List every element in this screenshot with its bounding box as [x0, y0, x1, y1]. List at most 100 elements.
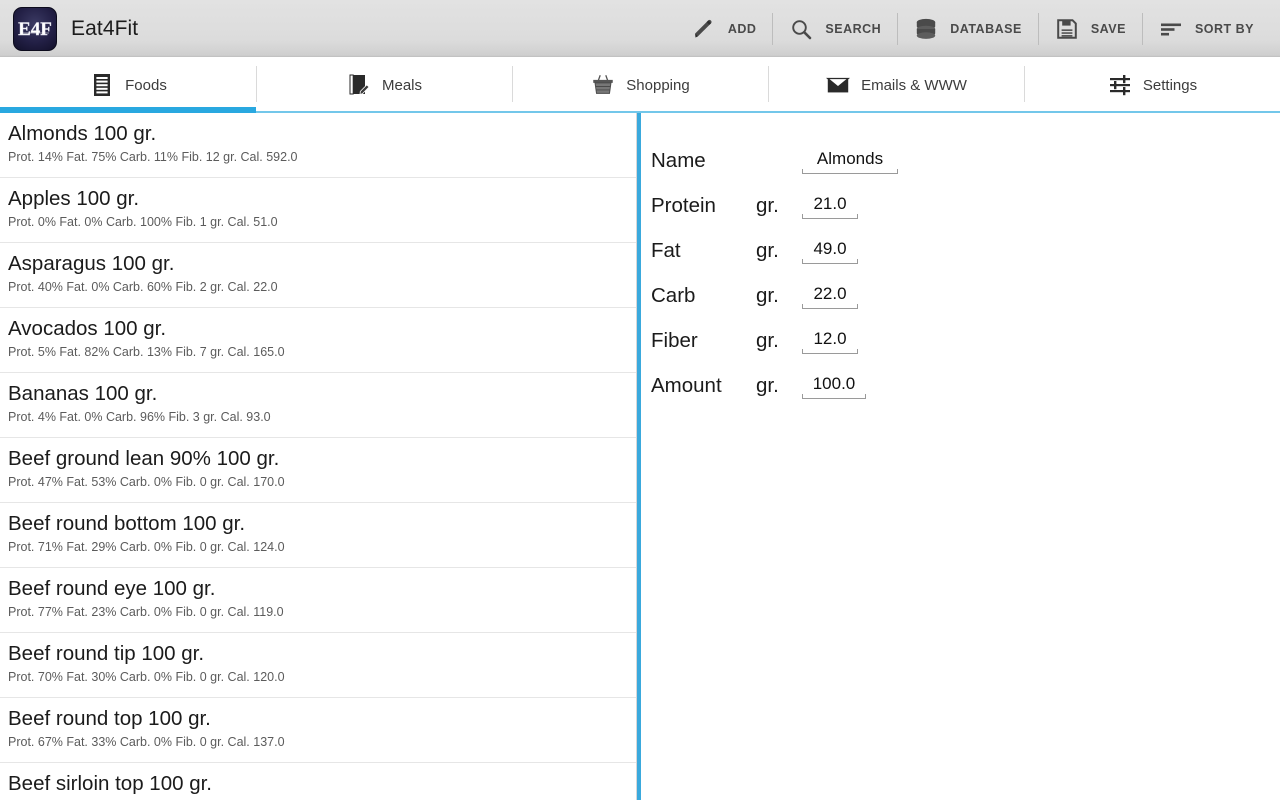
svg-text:E4F: E4F [18, 19, 52, 40]
food-macros: Prot. 70% Fat. 30% Carb. 0% Fib. 0 gr. C… [8, 670, 285, 684]
form-row-name: Name Almonds [651, 129, 1280, 174]
carb-input[interactable]: 22.0 [802, 283, 858, 309]
name-input[interactable]: Almonds [802, 148, 898, 174]
food-list-item[interactable]: Almonds 100 gr. Prot. 14% Fat. 75% Carb. … [0, 113, 636, 178]
app-brand: E4F Eat4Fit [0, 6, 139, 51]
search-label: SEARCH [825, 21, 882, 36]
food-macros: Prot. 71% Fat. 29% Carb. 0% Fib. 0 gr. C… [8, 540, 285, 554]
food-list-item[interactable]: Bananas 100 gr. Prot. 4% Fat. 0% Carb. 96… [0, 373, 636, 438]
tab-settings-label: Settings [1142, 76, 1198, 94]
carb-input-underline [802, 304, 858, 309]
form-row-protein: Protein gr. 21.0 [651, 174, 1280, 219]
tab-bar: Foods Meals Shopping Emails & WWW Settin… [0, 57, 1280, 113]
shopping-basket-icon [590, 72, 616, 98]
food-name: Beef round top 100 gr. [8, 707, 211, 730]
sliders-icon [1107, 72, 1133, 98]
food-list[interactable]: Almonds 100 gr. Prot. 14% Fat. 75% Carb. … [0, 113, 637, 800]
food-name: Beef round bottom 100 gr. [8, 512, 246, 535]
amount-input-underline [802, 394, 866, 399]
tab-emails-www[interactable]: Emails & WWW [768, 57, 1024, 113]
protein-unit: gr. [756, 194, 779, 217]
food-macros: Prot. 67% Fat. 33% Carb. 0% Fib. 0 gr. C… [8, 735, 285, 749]
add-button[interactable]: ADD [675, 6, 773, 52]
floppy-disk-icon [1054, 16, 1080, 42]
save-label: SAVE [1090, 21, 1126, 36]
food-list-item[interactable]: Beef ground lean 90% 100 gr. Prot. 47% Fa… [0, 438, 636, 503]
food-list-item[interactable]: Beef round eye 100 gr. Prot. 77% Fat. 23%… [0, 568, 636, 633]
pencil-icon [691, 16, 717, 42]
sort-by-button[interactable]: SORT BY [1141, 6, 1270, 52]
search-button[interactable]: SEARCH [772, 6, 897, 52]
food-name: Almonds 100 gr. [8, 122, 157, 145]
tab-foods[interactable]: Foods [0, 57, 256, 113]
fiber-input-underline [802, 349, 858, 354]
protein-input[interactable]: 21.0 [802, 193, 858, 219]
amount-input[interactable]: 100.0 [802, 373, 866, 399]
fiber-label: Fiber [651, 329, 698, 352]
food-list-item[interactable]: Beef round bottom 100 gr. Prot. 71% Fat. … [0, 503, 636, 568]
food-name: Beef round tip 100 gr. [8, 642, 205, 665]
fat-label: Fat [651, 239, 681, 262]
carb-unit: gr. [756, 284, 779, 307]
sort-lines-icon [1158, 16, 1184, 42]
tab-shopping[interactable]: Shopping [512, 57, 768, 113]
food-list-item[interactable]: Avocados 100 gr. Prot. 5% Fat. 82% Carb. … [0, 308, 636, 373]
food-list-item[interactable]: Apples 100 gr. Prot. 0% Fat. 0% Carb. 100… [0, 178, 636, 243]
food-macros: Prot. 5% Fat. 82% Carb. 13% Fib. 7 gr. C… [8, 345, 285, 359]
form-row-fat: Fat gr. 49.0 [651, 219, 1280, 264]
food-macros: Prot. 47% Fat. 53% Carb. 0% Fib. 0 gr. C… [8, 475, 285, 489]
tab-meals[interactable]: Meals [256, 57, 512, 113]
food-list-item[interactable]: Beef round tip 100 gr. Prot. 70% Fat. 30%… [0, 633, 636, 698]
fiber-unit: gr. [756, 329, 779, 352]
eat4fit-logo-icon: E4F [13, 6, 57, 51]
fiber-input[interactable]: 12.0 [802, 328, 858, 354]
tab-foods-label: Foods [125, 76, 167, 94]
app-header: E4F Eat4Fit ADD SEARCH DATABASE SAVE SOR… [0, 0, 1280, 57]
fat-input-underline [802, 259, 858, 264]
sort-by-label: SORT BY [1194, 21, 1254, 36]
notebook-pencil-icon [346, 72, 372, 98]
database-label: DATABASE [950, 21, 1022, 36]
fat-input[interactable]: 49.0 [802, 238, 858, 264]
fat-unit: gr. [756, 239, 779, 262]
food-macros: Prot. 77% Fat. 23% Carb. 0% Fib. 0 gr. C… [8, 605, 284, 619]
name-input-underline [802, 169, 898, 174]
food-list-item[interactable]: Beef round top 100 gr. Prot. 67% Fat. 33%… [0, 698, 636, 763]
food-name: Apples 100 gr. [8, 187, 140, 210]
save-button[interactable]: SAVE [1037, 6, 1142, 52]
protein-label: Protein [651, 194, 716, 217]
food-detail-form: Name Almonds Protein gr. 21.0 Fat gr. 49… [641, 113, 1280, 800]
envelope-icon [825, 72, 851, 98]
database-button[interactable]: DATABASE [897, 6, 1038, 52]
food-name: Beef round eye 100 gr. [8, 577, 216, 600]
food-name: Avocados 100 gr. [8, 317, 167, 340]
food-name: Beef ground lean 90% 100 gr. [8, 447, 280, 470]
tab-shopping-label: Shopping [626, 76, 690, 94]
name-label: Name [651, 149, 706, 172]
amount-label: Amount [651, 374, 722, 397]
magnifier-icon [788, 16, 814, 42]
tab-meals-label: Meals [381, 76, 422, 94]
main-content: Almonds 100 gr. Prot. 14% Fat. 75% Carb. … [0, 113, 1280, 800]
list-document-icon [89, 72, 115, 98]
form-row-carb: Carb gr. 22.0 [651, 264, 1280, 309]
form-row-amount: Amount gr. 100.0 [651, 354, 1280, 399]
food-macros: Prot. 4% Fat. 0% Carb. 96% Fib. 3 gr. Ca… [8, 410, 271, 424]
carb-label: Carb [651, 284, 696, 307]
food-list-item[interactable]: Beef sirloin top 100 gr. [0, 763, 636, 800]
toolbar: ADD SEARCH DATABASE SAVE SORT BY [675, 0, 1280, 57]
food-list-item[interactable]: Asparagus 100 gr. Prot. 40% Fat. 0% Carb.… [0, 243, 636, 308]
food-macros: Prot. 14% Fat. 75% Carb. 11% Fib. 12 gr.… [8, 150, 298, 164]
food-name: Beef sirloin top 100 gr. [8, 772, 212, 795]
add-label: ADD [727, 21, 757, 36]
app-title: Eat4Fit [71, 16, 139, 40]
protein-input-underline [802, 214, 858, 219]
amount-unit: gr. [756, 374, 779, 397]
tab-settings[interactable]: Settings [1024, 57, 1280, 113]
form-row-fiber: Fiber gr. 12.0 [651, 309, 1280, 354]
food-name: Asparagus 100 gr. [8, 252, 175, 275]
database-icon [913, 16, 939, 42]
tab-emails-www-label: Emails & WWW [861, 76, 967, 94]
food-name: Bananas 100 gr. [8, 382, 158, 405]
food-macros: Prot. 0% Fat. 0% Carb. 100% Fib. 1 gr. C… [8, 215, 278, 229]
